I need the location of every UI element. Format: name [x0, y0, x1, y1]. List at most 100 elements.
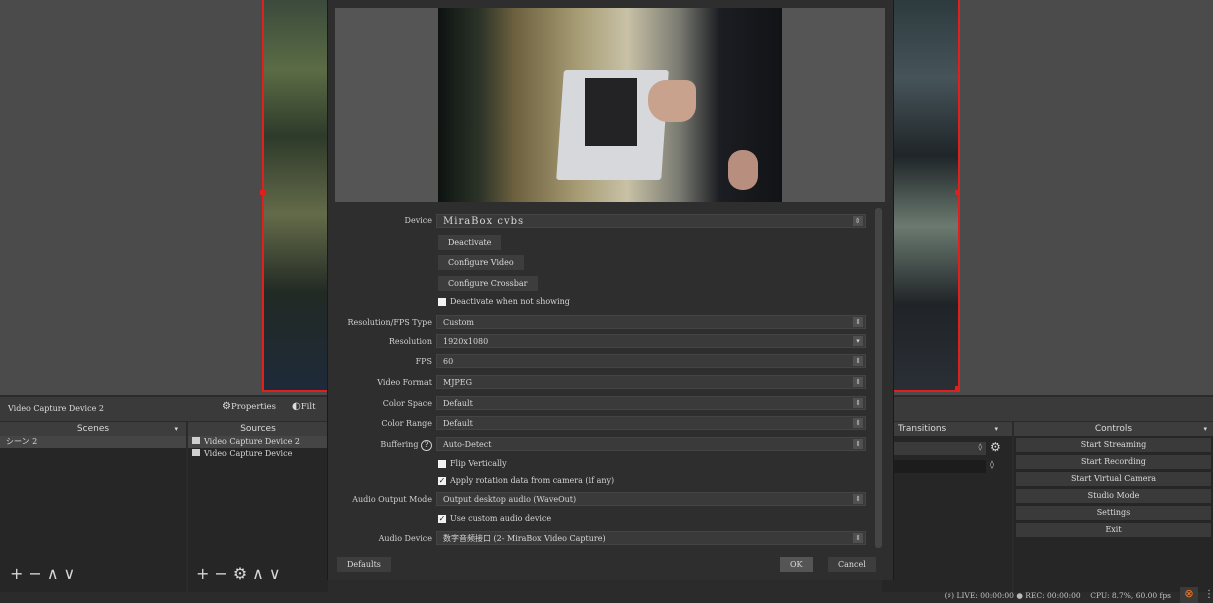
resize-handle[interactable] — [955, 386, 960, 391]
plus-icon[interactable]: + — [10, 564, 28, 583]
flip-vertically-checkbox[interactable]: Flip Vertically — [438, 459, 507, 468]
camera-icon — [192, 449, 200, 456]
source-label: Video Capture Device 2 — [204, 437, 300, 446]
camera-scene-hand — [648, 80, 696, 122]
gear-icon[interactable]: ⚙ — [990, 440, 1001, 454]
color-range-select[interactable]: Default ⇕ — [436, 416, 866, 430]
use-custom-audio-checkbox[interactable]: ✓ Use custom audio device — [438, 514, 551, 523]
chevron-up-icon[interactable]: ∧ — [47, 564, 64, 583]
checkmark-icon: ✓ — [438, 476, 446, 485]
color-space-select[interactable]: Default ⇕ — [436, 396, 866, 410]
filters-button[interactable]: ◐Filt — [292, 401, 316, 412]
resize-handle[interactable] — [955, 190, 960, 195]
resize-handle[interactable] — [260, 190, 265, 195]
res-fps-type-value: Custom — [443, 318, 474, 327]
audio-device-value: 数字音频接口 (2- MiraBox Video Capture) — [443, 534, 606, 543]
sources-dock: Sources Video Capture Device 2 Video Cap… — [188, 422, 328, 592]
configure-video-button[interactable]: Configure Video — [438, 255, 524, 270]
res-fps-type-label: Resolution/FPS Type — [347, 318, 433, 327]
properties-button[interactable]: ⚙Properties — [222, 401, 276, 412]
transitions-dock: Transitions ▾ ◊ ⚙ s ◊ — [882, 422, 1012, 592]
audio-output-mode-label: Audio Output Mode — [352, 495, 432, 504]
cpu-fps: CPU: 8.7%, 60.00 fps — [1090, 591, 1171, 600]
notification-icon[interactable]: ⊗ — [1180, 587, 1198, 603]
source-tools: +−⚙∧∨ — [196, 564, 286, 583]
settings-button[interactable]: Settings — [1016, 506, 1211, 520]
status-text: (♯) LIVE: 00:00:00 ● REC: 00:00:00 CPU: … — [945, 591, 1171, 600]
chevron-updown-icon: ⇕ — [853, 377, 863, 387]
checkbox-box — [438, 460, 446, 468]
chevron-down-icon[interactable]: ∨ — [64, 564, 81, 583]
scenes-dock: Scenes ▾ シーン 2 +−∧∨ — [0, 422, 186, 592]
buffering-label: Buffering ? — [328, 440, 432, 451]
studio-mode-button[interactable]: Studio Mode — [1016, 489, 1211, 503]
audio-output-mode-select[interactable]: Output desktop audio (WaveOut) ⇕ — [436, 492, 866, 506]
source-item[interactable]: Video Capture Device — [188, 448, 328, 460]
sources-title: Sources — [240, 424, 276, 434]
color-range-value: Default — [443, 419, 473, 428]
start-streaming-button[interactable]: Start Streaming — [1016, 438, 1211, 452]
color-space-value: Default — [443, 399, 473, 408]
help-icon[interactable]: ? — [421, 440, 432, 451]
resolution-label: Resolution — [388, 337, 432, 346]
buffering-select[interactable]: Auto-Detect ⇕ — [436, 437, 866, 451]
ok-button[interactable]: OK — [780, 557, 813, 572]
audio-device-select[interactable]: 数字音频接口 (2- MiraBox Video Capture) ⇕ — [436, 531, 866, 545]
scene-item[interactable]: シーン 2 — [0, 436, 186, 448]
checkbox-label: Use custom audio device — [450, 514, 552, 523]
source-label: Video Capture Device — [204, 449, 293, 458]
checkbox-label: Deactivate when not showing — [450, 297, 570, 306]
defaults-button[interactable]: Defaults — [337, 557, 391, 572]
res-fps-type-select[interactable]: Custom ⇕ — [436, 315, 866, 329]
current-source-name: Video Capture Device 2 — [8, 404, 104, 413]
checkmark-icon: ✓ — [438, 514, 446, 523]
transition-select[interactable]: ◊ — [882, 442, 986, 455]
chevron-updown-icon: ⇕ — [853, 533, 863, 543]
sources-header: Sources — [188, 422, 328, 436]
plus-icon[interactable]: + — [196, 564, 214, 583]
minus-icon[interactable]: − — [28, 564, 46, 583]
more-icon[interactable]: ⋮ — [1204, 589, 1213, 600]
scene-tools: +−∧∨ — [10, 564, 80, 583]
configure-crossbar-button[interactable]: Configure Crossbar — [438, 276, 538, 291]
audio-device-label: Audio Device — [378, 534, 432, 543]
device-value: MiraBox cvbs — [443, 216, 525, 227]
audio-output-mode-value: Output desktop audio (WaveOut) — [443, 495, 577, 504]
chevron-updown-icon: ⇕ — [853, 398, 863, 408]
video-format-select[interactable]: MJPEG ⇕ — [436, 375, 866, 389]
controls-header: Controls ▾ — [1014, 422, 1213, 436]
video-format-value: MJPEG — [443, 378, 473, 387]
camera-scene-keyboard — [585, 78, 637, 146]
apply-rotation-checkbox[interactable]: ✓ Apply rotation data from camera (if any… — [438, 476, 614, 485]
chevron-up-icon[interactable]: ∧ — [252, 564, 269, 583]
cancel-button[interactable]: Cancel — [828, 557, 876, 572]
resolution-select[interactable]: 1920x1080 ▾ — [436, 334, 866, 348]
spin-icon[interactable]: ◊ — [990, 460, 994, 469]
fps-select[interactable]: 60 ⇕ — [436, 354, 866, 368]
dialog-scrollbar[interactable] — [875, 208, 882, 548]
start-virtual-camera-button[interactable]: Start Virtual Camera — [1016, 472, 1211, 486]
buffering-label-text: Buffering — [380, 440, 419, 449]
minus-icon[interactable]: − — [214, 564, 232, 583]
device-select[interactable]: MiraBox cvbs ⇕ — [436, 214, 866, 228]
exit-button[interactable]: Exit — [1016, 523, 1211, 537]
scenes-header: Scenes ▾ — [0, 422, 186, 436]
transitions-title: Transitions — [898, 424, 947, 434]
dock-float-icon[interactable]: ▾ — [1203, 422, 1207, 436]
deactivate-when-not-showing-checkbox[interactable]: Deactivate when not showing — [438, 297, 570, 306]
controls-title: Controls — [1094, 424, 1133, 434]
buffering-value: Auto-Detect — [443, 440, 492, 449]
gear-icon[interactable]: ⚙ — [233, 564, 252, 583]
filters-label: Filt — [300, 402, 316, 412]
duration-input[interactable]: s — [882, 460, 986, 473]
dock-float-icon[interactable]: ▾ — [994, 422, 998, 436]
chevron-down-icon[interactable]: ∨ — [269, 564, 286, 583]
gear-icon: ⚙ — [222, 401, 231, 412]
chevron-updown-icon: ⇕ — [853, 317, 863, 327]
deactivate-button[interactable]: Deactivate — [438, 235, 502, 250]
start-recording-button[interactable]: Start Recording — [1016, 455, 1211, 469]
chevron-down-icon: ▾ — [853, 336, 863, 346]
dock-float-icon[interactable]: ▾ — [174, 422, 178, 436]
live-time: LIVE: 00:00:00 — [956, 591, 1014, 600]
source-item[interactable]: Video Capture Device 2 — [188, 436, 328, 448]
